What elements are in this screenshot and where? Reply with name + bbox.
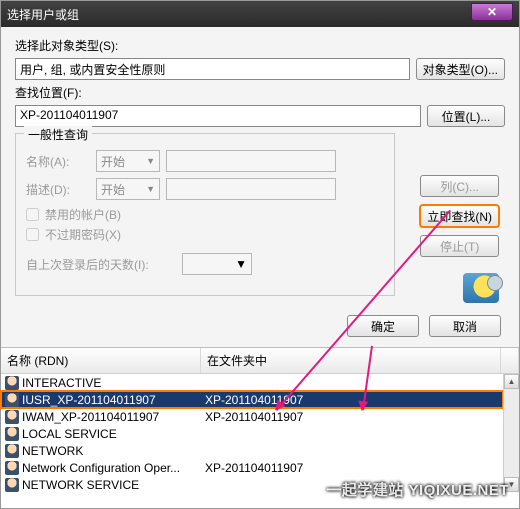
object-type-field[interactable]: 用户, 组, 或内置安全性原则 <box>15 58 410 80</box>
location-field[interactable]: XP-201104011907 <box>15 105 421 127</box>
table-row[interactable]: NETWORK SERVICE <box>1 476 503 493</box>
object-types-button[interactable]: 对象类型(O)... <box>416 58 505 80</box>
disabled-accounts-label: 禁用的帐户(B) <box>45 206 121 223</box>
stop-button[interactable]: 停止(T) <box>420 235 499 257</box>
row-name-text: NETWORK <box>22 444 83 458</box>
row-name-text: Network Configuration Oper... <box>22 461 180 475</box>
find-icon <box>463 273 499 303</box>
days-since-logon-label: 自上次登录后的天数(I): <box>26 256 176 273</box>
locations-button[interactable]: 位置(L)... <box>427 105 505 127</box>
dialog-body: 选择此对象类型(S): 用户, 组, 或内置安全性原则 对象类型(O)... 查… <box>1 27 519 347</box>
table-row[interactable]: INTERACTIVE <box>1 374 503 391</box>
principal-icon <box>5 461 19 475</box>
row-folder-cell: XP-201104011907 <box>201 393 485 407</box>
side-buttons: 列(C)... 立即查找(N) 停止(T) <box>420 175 499 303</box>
table-row[interactable]: IUSR_XP-201104011907 XP-201104011907 <box>1 391 503 408</box>
columns-button[interactable]: 列(C)... <box>420 175 499 197</box>
name-label: 名称(A): <box>26 153 90 170</box>
scroll-up-button[interactable]: ▲ <box>504 374 519 389</box>
common-queries-group: 一般性查询 名称(A): 开始 ▼ 描述(D): 开始 ▼ 禁用的帐户(B) 不… <box>15 133 395 296</box>
row-name-text: IUSR_XP-201104011907 <box>22 393 156 407</box>
nonexpiring-password-checkbox[interactable]: 不过期密码(X) <box>26 226 384 243</box>
table-row[interactable]: IWAM_XP-201104011907 XP-201104011907 <box>1 408 503 425</box>
desc-mode-combo[interactable]: 开始 ▼ <box>96 178 160 200</box>
chevron-down-icon: ▼ <box>146 184 155 194</box>
col-scroll-spacer <box>501 348 519 373</box>
principal-icon <box>5 478 19 492</box>
row-name-text: IWAM_XP-201104011907 <box>22 410 159 424</box>
principal-icon <box>5 393 19 407</box>
find-now-button[interactable]: 立即查找(N) <box>420 205 499 227</box>
table-row[interactable]: Network Configuration Oper... XP-20110401… <box>1 459 503 476</box>
cancel-button[interactable]: 取消 <box>429 315 501 337</box>
common-queries-legend: 一般性查询 <box>24 126 92 143</box>
name-mode-value: 开始 <box>101 153 125 170</box>
table-row[interactable]: LOCAL SERVICE <box>1 425 503 442</box>
row-folder-cell: XP-201104011907 <box>201 410 485 424</box>
row-name-text: INTERACTIVE <box>22 376 101 390</box>
row-name-cell: INTERACTIVE <box>1 376 201 390</box>
principal-icon <box>5 376 19 390</box>
desc-mode-value: 开始 <box>101 181 125 198</box>
chevron-down-icon: ▼ <box>235 257 247 271</box>
col-name-header[interactable]: 名称 (RDN) <box>1 348 201 373</box>
close-icon: ✕ <box>487 5 497 19</box>
name-mode-combo[interactable]: 开始 ▼ <box>96 150 160 172</box>
scroll-down-button[interactable]: ▼ <box>504 477 519 492</box>
row-name-cell: NETWORK <box>1 444 201 458</box>
row-name-text: LOCAL SERVICE <box>22 427 117 441</box>
row-name-cell: IWAM_XP-201104011907 <box>1 410 201 424</box>
desc-input[interactable] <box>166 178 336 200</box>
titlebar: 选择用户或组 ✕ <box>1 1 519 27</box>
days-since-logon-combo[interactable]: ▼ <box>182 253 252 275</box>
name-input[interactable] <box>166 150 336 172</box>
disabled-accounts-checkbox[interactable]: 禁用的帐户(B) <box>26 206 384 223</box>
principal-icon <box>5 427 19 441</box>
location-label: 查找位置(F): <box>15 84 505 101</box>
disabled-accounts-input[interactable] <box>26 208 39 221</box>
row-name-cell: NETWORK SERVICE <box>1 478 201 492</box>
close-button[interactable]: ✕ <box>471 3 513 21</box>
row-folder-cell: XP-201104011907 <box>201 461 485 475</box>
principal-icon <box>5 444 19 458</box>
vertical-scrollbar[interactable]: ▲ ▼ <box>503 374 519 492</box>
desc-label: 描述(D): <box>26 181 90 198</box>
nonexpiring-password-label: 不过期密码(X) <box>45 226 121 243</box>
nonexpiring-password-input[interactable] <box>26 228 39 241</box>
row-name-cell: Network Configuration Oper... <box>1 461 201 475</box>
col-folder-header[interactable]: 在文件夹中 <box>201 348 501 373</box>
row-name-cell: LOCAL SERVICE <box>1 427 201 441</box>
row-name-cell: IUSR_XP-201104011907 <box>1 393 201 407</box>
ok-button[interactable]: 确定 <box>347 315 419 337</box>
results-header: 名称 (RDN) 在文件夹中 <box>1 348 519 374</box>
results-rows[interactable]: INTERACTIVE IUSR_XP-201104011907 XP-201104… <box>1 374 503 493</box>
table-row[interactable]: NETWORK <box>1 442 503 459</box>
row-name-text: NETWORK SERVICE <box>22 478 139 492</box>
principal-icon <box>5 410 19 424</box>
chevron-down-icon: ▼ <box>146 156 155 166</box>
object-type-label: 选择此对象类型(S): <box>15 37 505 54</box>
window-title: 选择用户或组 <box>7 6 79 23</box>
results-list: 名称 (RDN) 在文件夹中 INTERACTIVEIUSR_XP-201104… <box>1 347 519 493</box>
